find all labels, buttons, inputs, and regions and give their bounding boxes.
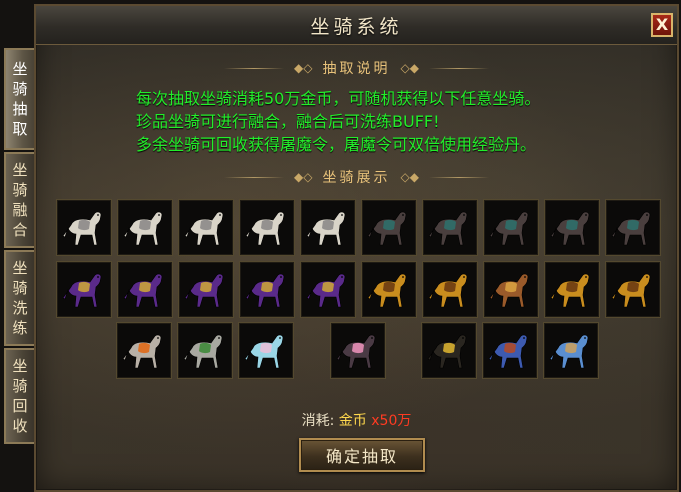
mount-slot[interactable] (300, 261, 356, 318)
ornament-right-icon: ◇◆ (400, 61, 419, 75)
mount-slot[interactable] (239, 261, 295, 318)
ornament-left-icon: ◆◇ (294, 61, 313, 75)
cost-currency: 金币 (338, 413, 367, 429)
mount-slot[interactable] (300, 199, 356, 256)
mount-slot[interactable] (422, 261, 478, 318)
mount-slot[interactable] (421, 322, 477, 379)
close-button[interactable]: X (651, 13, 673, 37)
tab-mount-refine[interactable]: 坐骑洗练 (4, 250, 34, 346)
confirm-draw-button[interactable]: 确定抽取 (299, 438, 425, 472)
mount-slot[interactable] (483, 261, 539, 318)
description-line: 珍品坐骑可进行融合，融合后可洗练BUFF! (136, 112, 440, 131)
close-icon: X (655, 15, 669, 34)
mount-slot[interactable] (56, 261, 112, 318)
mount-slot[interactable] (178, 199, 234, 256)
cost-amount: x50万 (371, 413, 412, 429)
mount-slot[interactable] (116, 322, 172, 379)
mount-system-window: 坐骑系统 X ◆◇ 抽取说明 ◇◆ 每次抽取坐骑消耗50万金币，可随机获得以下任… (34, 4, 679, 492)
ornament-left-icon: ◆◇ (294, 170, 313, 184)
description-line: 多余坐骑可回收获得屠魔令，屠魔令可双倍使用经验丹。 (136, 135, 537, 154)
mount-slot[interactable] (330, 322, 386, 379)
mount-slot[interactable] (239, 199, 295, 256)
mount-slot[interactable] (177, 322, 233, 379)
tab-mount-fusion[interactable]: 坐骑融合 (4, 152, 34, 248)
mount-slot[interactable] (605, 261, 661, 318)
mount-slot[interactable] (117, 261, 173, 318)
mount-slot[interactable] (361, 261, 417, 318)
mount-slot[interactable] (544, 261, 600, 318)
description-text: 每次抽取坐骑消耗50万金币，可随机获得以下任意坐骑。 珍品坐骑可进行融合，融合后… (136, 87, 656, 156)
mount-slot[interactable] (117, 199, 173, 256)
showcase-header: ◆◇ 坐骑展示 ◇◆ (36, 166, 677, 188)
tab-mount-draw[interactable]: 坐骑抽取 (4, 48, 34, 150)
cost-line: 消耗: 金币 x50万 (36, 410, 677, 430)
description-header: ◆◇ 抽取说明 ◇◆ (36, 57, 677, 79)
mount-slot[interactable] (422, 199, 478, 256)
mount-slot[interactable] (482, 322, 538, 379)
cost-label: 消耗: (301, 413, 335, 429)
tab-mount-recycle[interactable]: 坐骑回收 (4, 348, 34, 444)
mount-slot[interactable] (361, 199, 417, 256)
window-title: 坐骑系统 (310, 16, 403, 38)
mount-slot[interactable] (483, 199, 539, 256)
title-bar: 坐骑系统 X (36, 6, 677, 45)
mount-slot[interactable] (56, 199, 112, 256)
mount-slot[interactable] (178, 261, 234, 318)
ornament-right-icon: ◇◆ (400, 170, 419, 184)
mount-slot[interactable] (543, 322, 599, 379)
description-title: 抽取说明 (322, 61, 391, 77)
description-line: 每次抽取坐骑消耗50万金币，可随机获得以下任意坐骑。 (136, 89, 541, 108)
mount-slot[interactable] (544, 199, 600, 256)
showcase-title: 坐骑展示 (322, 170, 391, 186)
mount-slot[interactable] (238, 322, 294, 379)
mount-slot[interactable] (605, 199, 661, 256)
